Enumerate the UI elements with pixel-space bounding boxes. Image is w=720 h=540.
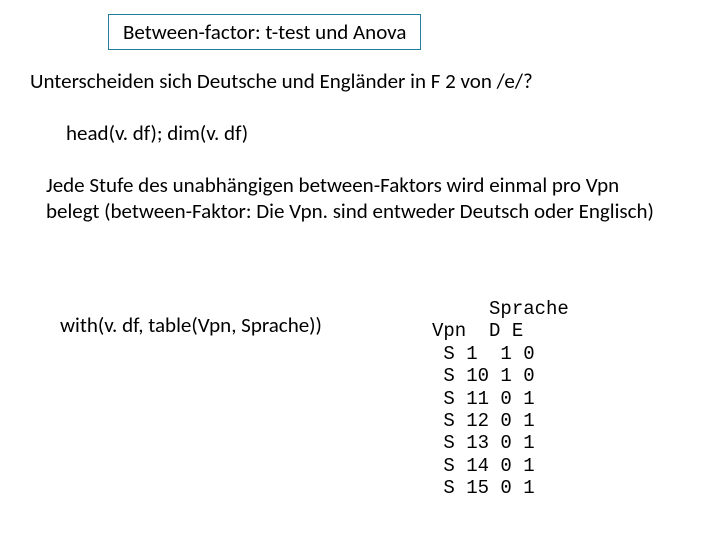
output-table: Sprache Vpn D E S 1 1 0 S 10 1 0 S 11 0 … xyxy=(432,298,569,500)
code-line-2: with(v. df, table(Vpn, Sprache)) xyxy=(60,312,322,338)
title-box: Between-factor: t-test und Anova xyxy=(108,14,421,50)
question-text: Unterscheiden sich Deutsche und Englände… xyxy=(30,68,533,94)
code-line-1: head(v. df); dim(v. df) xyxy=(66,120,248,146)
paragraph-text: Jede Stufe des unabhängigen between-Fakt… xyxy=(46,173,660,224)
title-text: Between-factor: t-test und Anova xyxy=(123,19,406,45)
slide: Between-factor: t-test und Anova Untersc… xyxy=(0,0,720,540)
